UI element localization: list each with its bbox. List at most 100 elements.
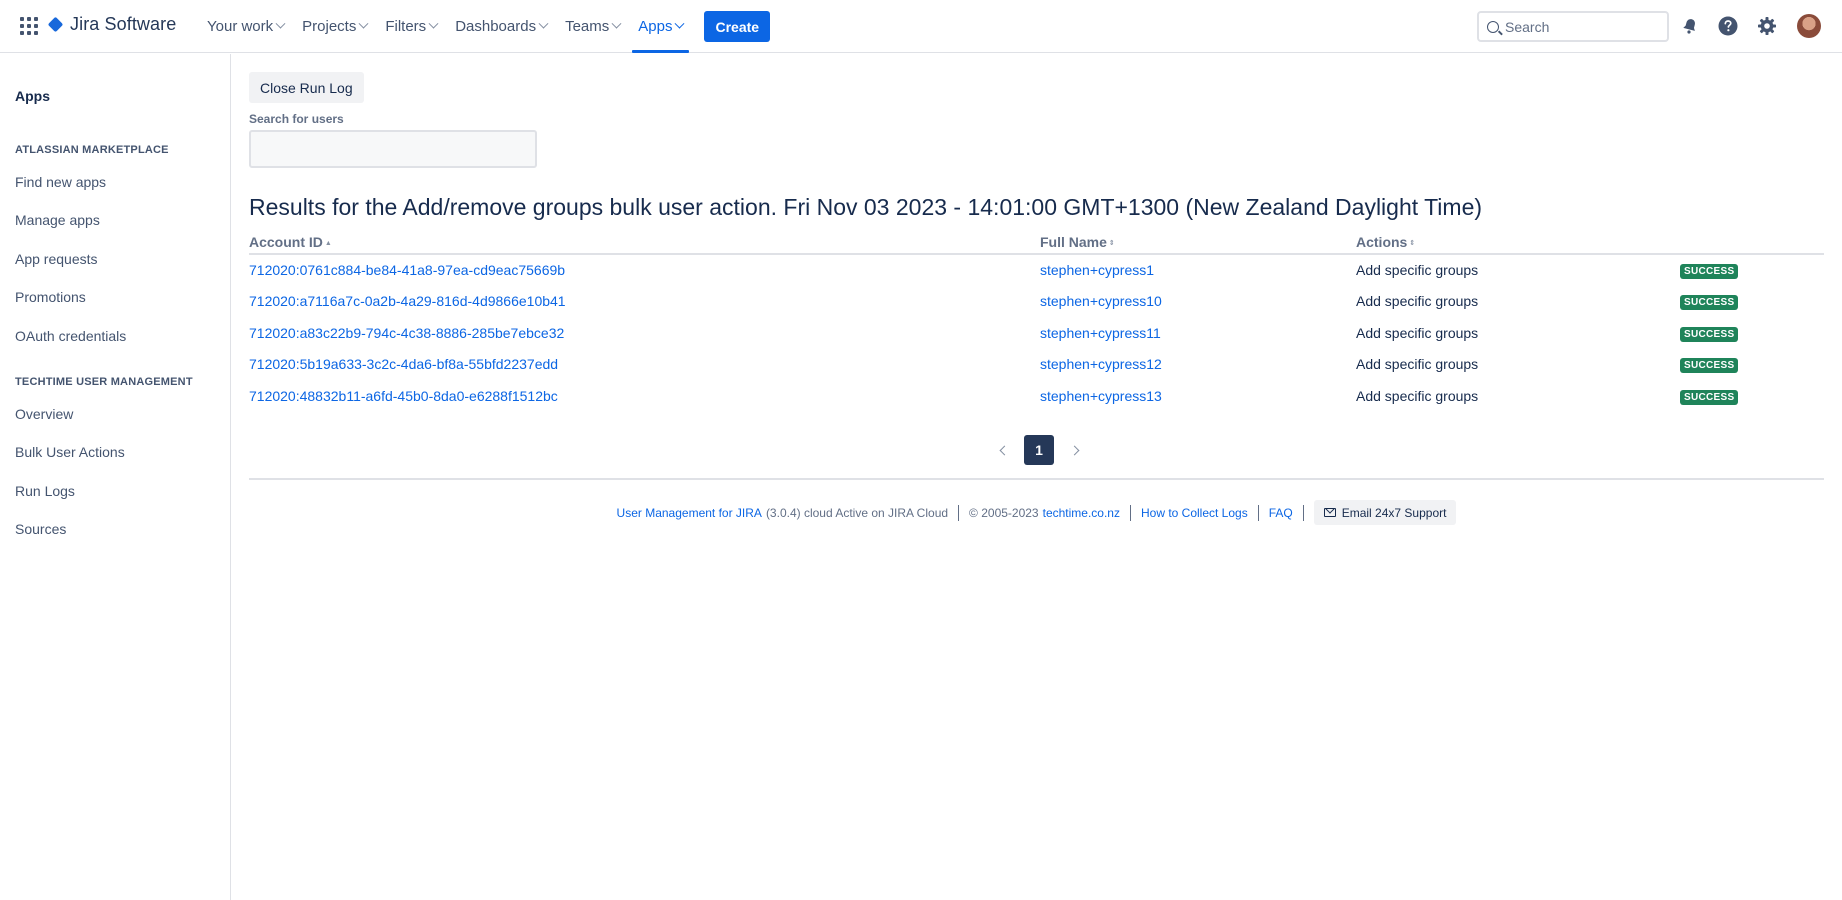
column-header-full-name[interactable]: Full Name ⇕ (1040, 230, 1356, 255)
account-id-link[interactable]: 712020:48832b11-a6fd-45b0-8da0-e6288f151… (249, 388, 558, 404)
search-input[interactable] (1505, 18, 1655, 35)
chevron-left-icon (999, 445, 1009, 455)
search-icon (1487, 20, 1499, 33)
nav-teams[interactable]: Teams (556, 0, 629, 53)
sidebar-section-heading: ATLASSIAN MARKETPLACE (15, 144, 169, 156)
sidebar-item-sources[interactable]: Sources (15, 521, 66, 537)
sidebar-item-bulk-user-actions[interactable]: Bulk User Actions (15, 444, 125, 460)
next-page-button[interactable] (1064, 435, 1084, 465)
nav-dashboards-label: Dashboards (455, 18, 537, 35)
app-version-info: (3.0.4) cloud Active on JIRA Cloud (765, 505, 949, 520)
help-icon[interactable] (1717, 15, 1739, 37)
faq-link[interactable]: FAQ (1269, 506, 1293, 520)
chevron-right-icon (1069, 445, 1079, 455)
app-switcher-icon[interactable] (20, 17, 38, 35)
notifications-icon[interactable] (1679, 15, 1701, 37)
chevron-down-icon (275, 18, 286, 29)
account-id-link[interactable]: 712020:5b19a633-3c2c-4da6-bf8a-55bfd2237… (249, 356, 558, 372)
nav-dashboards[interactable]: Dashboards (446, 0, 556, 53)
nav-projects[interactable]: Projects (293, 0, 376, 53)
footer-separator (958, 504, 960, 521)
nav-your-work[interactable]: Your work (198, 0, 293, 53)
email-support-label: Email 24x7 Support (1341, 505, 1447, 520)
column-header-label: Account ID (249, 233, 323, 250)
nav-filters[interactable]: Filters (376, 0, 446, 53)
status-badge: SUCCESS (1680, 358, 1739, 374)
chevron-down-icon (675, 18, 685, 29)
nav-filters-label: Filters (385, 18, 427, 35)
collect-logs-link[interactable]: How to Collect Logs (1141, 506, 1248, 520)
create-button[interactable]: Create (704, 11, 771, 42)
table-row: 712020:5b19a633-3c2c-4da6-bf8a-55bfd2237… (249, 349, 1824, 381)
jira-diamond-icon (48, 17, 64, 33)
page-number-button[interactable]: 1 (1024, 435, 1054, 465)
status-badge: SUCCESS (1680, 295, 1739, 311)
full-name-link[interactable]: stephen+cypress13 (1040, 388, 1162, 404)
action-cell: Add specific groups (1356, 293, 1479, 310)
chevron-down-icon (428, 18, 439, 29)
footer-divider (249, 478, 1824, 480)
nav-apps[interactable]: Apps (629, 0, 692, 53)
status-badge: SUCCESS (1680, 264, 1739, 280)
app-name-link[interactable]: User Management for JIRA (617, 506, 762, 520)
column-header-status (1680, 230, 1824, 255)
page-title: Results for the Add/remove groups bulk u… (249, 194, 1483, 220)
sort-icon: ⇕ (1108, 239, 1115, 247)
sidebar-item-manage-apps[interactable]: Manage apps (15, 212, 100, 228)
top-navigation: Jira Software Your work Projects Filters… (0, 0, 1842, 53)
sidebar-item-run-logs[interactable]: Run Logs (15, 483, 75, 499)
account-id-link[interactable]: 712020:0761c884-be84-41a8-97ea-cd9eac756… (249, 262, 565, 278)
results-table: Account ID ▲ Full Name ⇕ Actions ⇕ 712020:0… (249, 230, 1824, 412)
table-row: 712020:a83c22b9-794c-4c38-8886-285be7ebc… (249, 317, 1824, 349)
table-row: 712020:48832b11-a6fd-45b0-8da0-e6288f151… (249, 380, 1824, 412)
techtime-link[interactable]: techtime.co.nz (1043, 506, 1120, 520)
search-users-label: Search for users (249, 112, 344, 126)
action-cell: Add specific groups (1356, 356, 1479, 373)
main-nav: Your work Projects Filters Dashboards Te… (198, 0, 771, 53)
product-name: Jira Software (70, 14, 177, 34)
settings-icon[interactable] (1756, 15, 1778, 37)
chevron-down-icon (358, 18, 369, 29)
footer-separator (1257, 504, 1259, 521)
nav-your-work-label: Your work (207, 18, 274, 35)
account-id-link[interactable]: 712020:a83c22b9-794c-4c38-8886-285be7ebc… (249, 325, 564, 341)
sidebar-section-heading: TECHTIME USER MANAGEMENT (15, 376, 193, 388)
previous-page-button[interactable] (994, 435, 1014, 465)
full-name-link[interactable]: stephen+cypress12 (1040, 356, 1162, 372)
chevron-down-icon (538, 18, 549, 29)
column-header-label: Actions (1356, 233, 1408, 250)
search-users-input[interactable] (249, 130, 537, 168)
sidebar-title: Apps (15, 88, 50, 104)
sort-ascending-icon: ▲ (324, 239, 332, 247)
column-header-actions[interactable]: Actions ⇕ (1356, 230, 1680, 255)
sidebar-item-promotions[interactable]: Promotions (15, 289, 86, 305)
full-name-link[interactable]: stephen+cypress10 (1040, 293, 1162, 309)
chevron-down-icon (611, 18, 622, 29)
close-run-log-button[interactable]: Close Run Log (249, 72, 364, 103)
nav-projects-label: Projects (302, 18, 357, 35)
nav-teams-label: Teams (565, 18, 610, 35)
status-badge: SUCCESS (1680, 326, 1739, 342)
email-support-button[interactable]: Email 24x7 Support (1313, 500, 1457, 525)
footer-separator (1302, 504, 1304, 521)
nav-apps-label: Apps (638, 18, 673, 35)
copyright-text: © 2005-2023 (969, 505, 1039, 520)
sidebar-item-overview[interactable]: Overview (15, 406, 73, 422)
sidebar-item-oauth-credentials[interactable]: OAuth credentials (15, 328, 126, 344)
column-header-account-id[interactable]: Account ID ▲ (249, 230, 1040, 255)
avatar[interactable] (1797, 14, 1821, 38)
jira-logo[interactable]: Jira Software (48, 14, 176, 35)
footer-separator (1129, 504, 1131, 521)
sidebar: Apps ATLASSIAN MARKETPLACE Find new apps… (0, 54, 231, 900)
global-search[interactable] (1477, 11, 1669, 42)
action-cell: Add specific groups (1356, 387, 1479, 404)
full-name-link[interactable]: stephen+cypress11 (1040, 325, 1161, 341)
sidebar-item-app-requests[interactable]: App requests (15, 251, 98, 267)
mail-icon (1323, 508, 1336, 517)
account-id-link[interactable]: 712020:a7116a7c-0a2b-4a29-816d-4d9866e10… (249, 293, 566, 309)
sort-icon: ⇕ (1409, 239, 1416, 247)
sidebar-item-find-new-apps[interactable]: Find new apps (15, 174, 106, 190)
footer: User Management for JIRA (3.0.4) cloud A… (249, 500, 1824, 525)
full-name-link[interactable]: stephen+cypress1 (1040, 262, 1154, 278)
action-cell: Add specific groups (1356, 262, 1479, 279)
